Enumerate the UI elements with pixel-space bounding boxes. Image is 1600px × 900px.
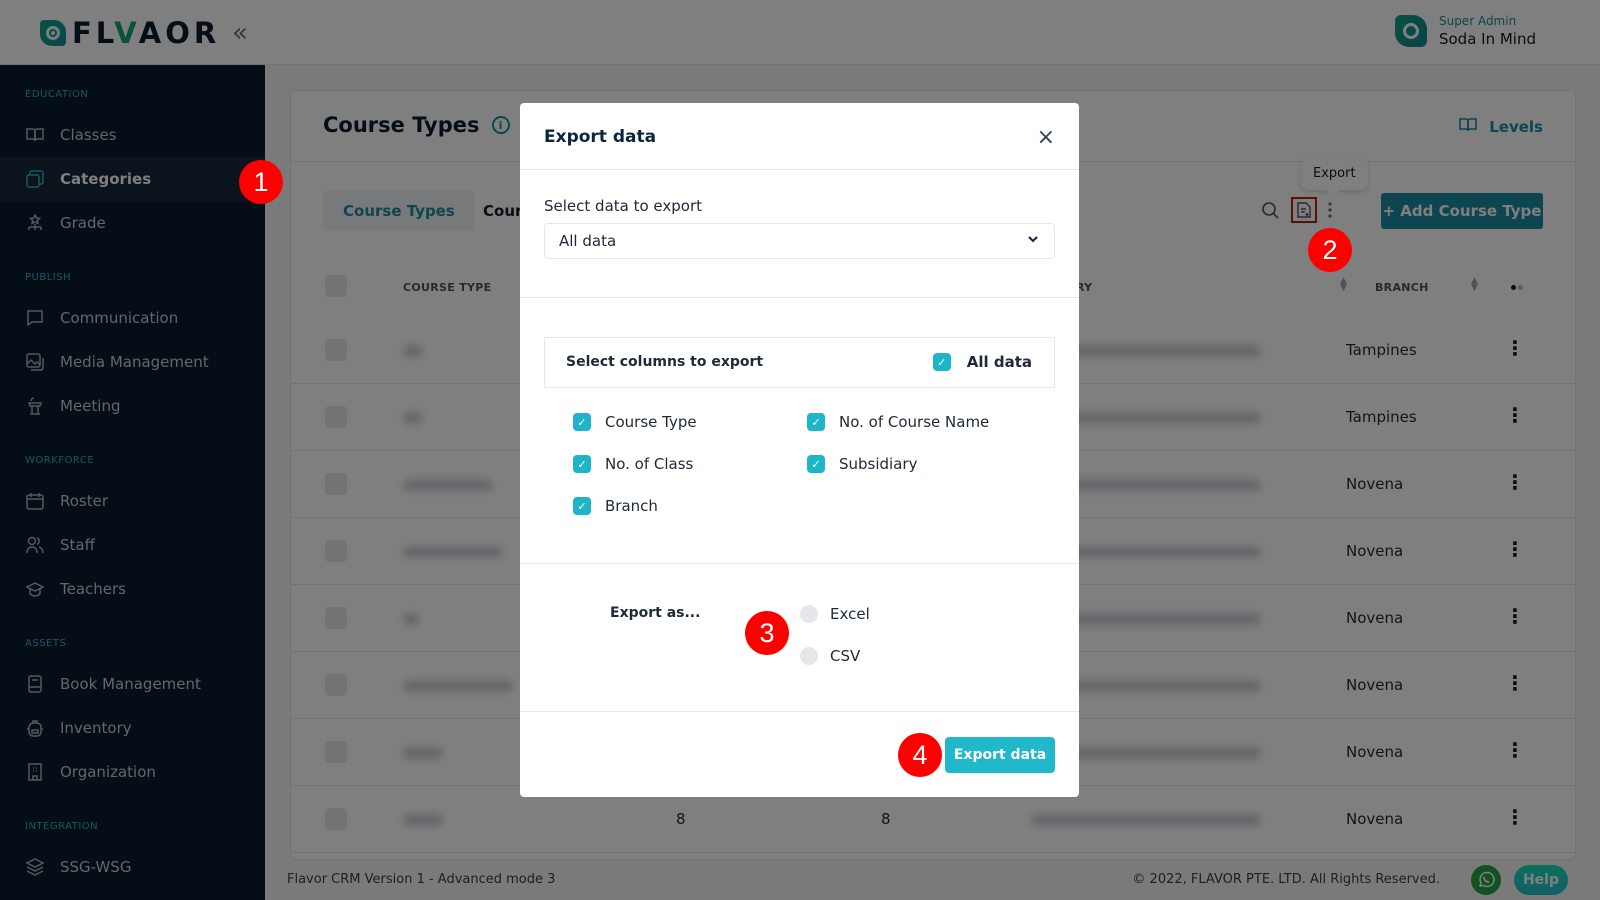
all-columns-checkbox[interactable]: ✓ All data	[932, 353, 1032, 371]
step-marker-3: 3	[745, 611, 789, 655]
all-columns-label: All data	[966, 353, 1032, 371]
step-marker-1: 1	[239, 160, 283, 204]
checkbox-checked-icon[interactable]: ✓	[573, 413, 591, 431]
column-checkbox-no-of-class[interactable]: ✓ No. of Class	[573, 455, 693, 473]
format-label: Excel	[830, 605, 870, 623]
column-label: No. of Class	[605, 455, 694, 473]
export-as-label: Export as...	[610, 605, 701, 621]
divider	[520, 169, 1079, 170]
divider	[520, 297, 1079, 298]
column-checkbox-course-type[interactable]: ✓ Course Type	[573, 413, 697, 431]
column-label: Branch	[605, 497, 658, 515]
format-radio-excel[interactable]: Excel	[800, 605, 870, 623]
select-data-value: All data	[559, 232, 617, 250]
column-label: Course Type	[605, 413, 697, 431]
radio-unselected-icon[interactable]	[800, 647, 818, 665]
checkbox-checked-icon[interactable]: ✓	[932, 353, 951, 371]
checkbox-checked-icon[interactable]: ✓	[807, 413, 825, 431]
columns-title: Select columns to export	[566, 354, 764, 370]
checkbox-checked-icon[interactable]: ✓	[573, 455, 591, 473]
format-radio-csv[interactable]: CSV	[800, 647, 860, 665]
modal-title: Export data	[544, 127, 657, 147]
select-data-label: Select data to export	[544, 197, 703, 215]
chevron-down-icon	[1026, 232, 1040, 250]
radio-unselected-icon[interactable]	[800, 605, 818, 623]
checkbox-checked-icon[interactable]: ✓	[807, 455, 825, 473]
column-checkbox-subsidiary[interactable]: ✓ Subsidiary	[807, 455, 917, 473]
divider	[520, 711, 1079, 712]
column-label: Subsidiary	[839, 455, 918, 473]
export-data-button[interactable]: Export data	[945, 737, 1055, 773]
divider	[520, 563, 1079, 564]
format-label: CSV	[830, 647, 861, 665]
checkbox-checked-icon[interactable]: ✓	[573, 497, 591, 515]
step-marker-2: 2	[1308, 228, 1352, 272]
column-checkbox-branch[interactable]: ✓ Branch	[573, 497, 658, 515]
close-icon[interactable]: ×	[1037, 125, 1055, 150]
columns-header-box: Select columns to export ✓ All data	[544, 337, 1055, 388]
column-checkbox-no-of-course-name[interactable]: ✓ No. of Course Name	[807, 413, 989, 431]
step-marker-4: 4	[898, 733, 942, 777]
column-label: No. of Course Name	[839, 413, 990, 431]
select-data-dropdown[interactable]: All data	[544, 223, 1055, 259]
export-data-modal: Export data × Select data to export All …	[520, 103, 1079, 797]
